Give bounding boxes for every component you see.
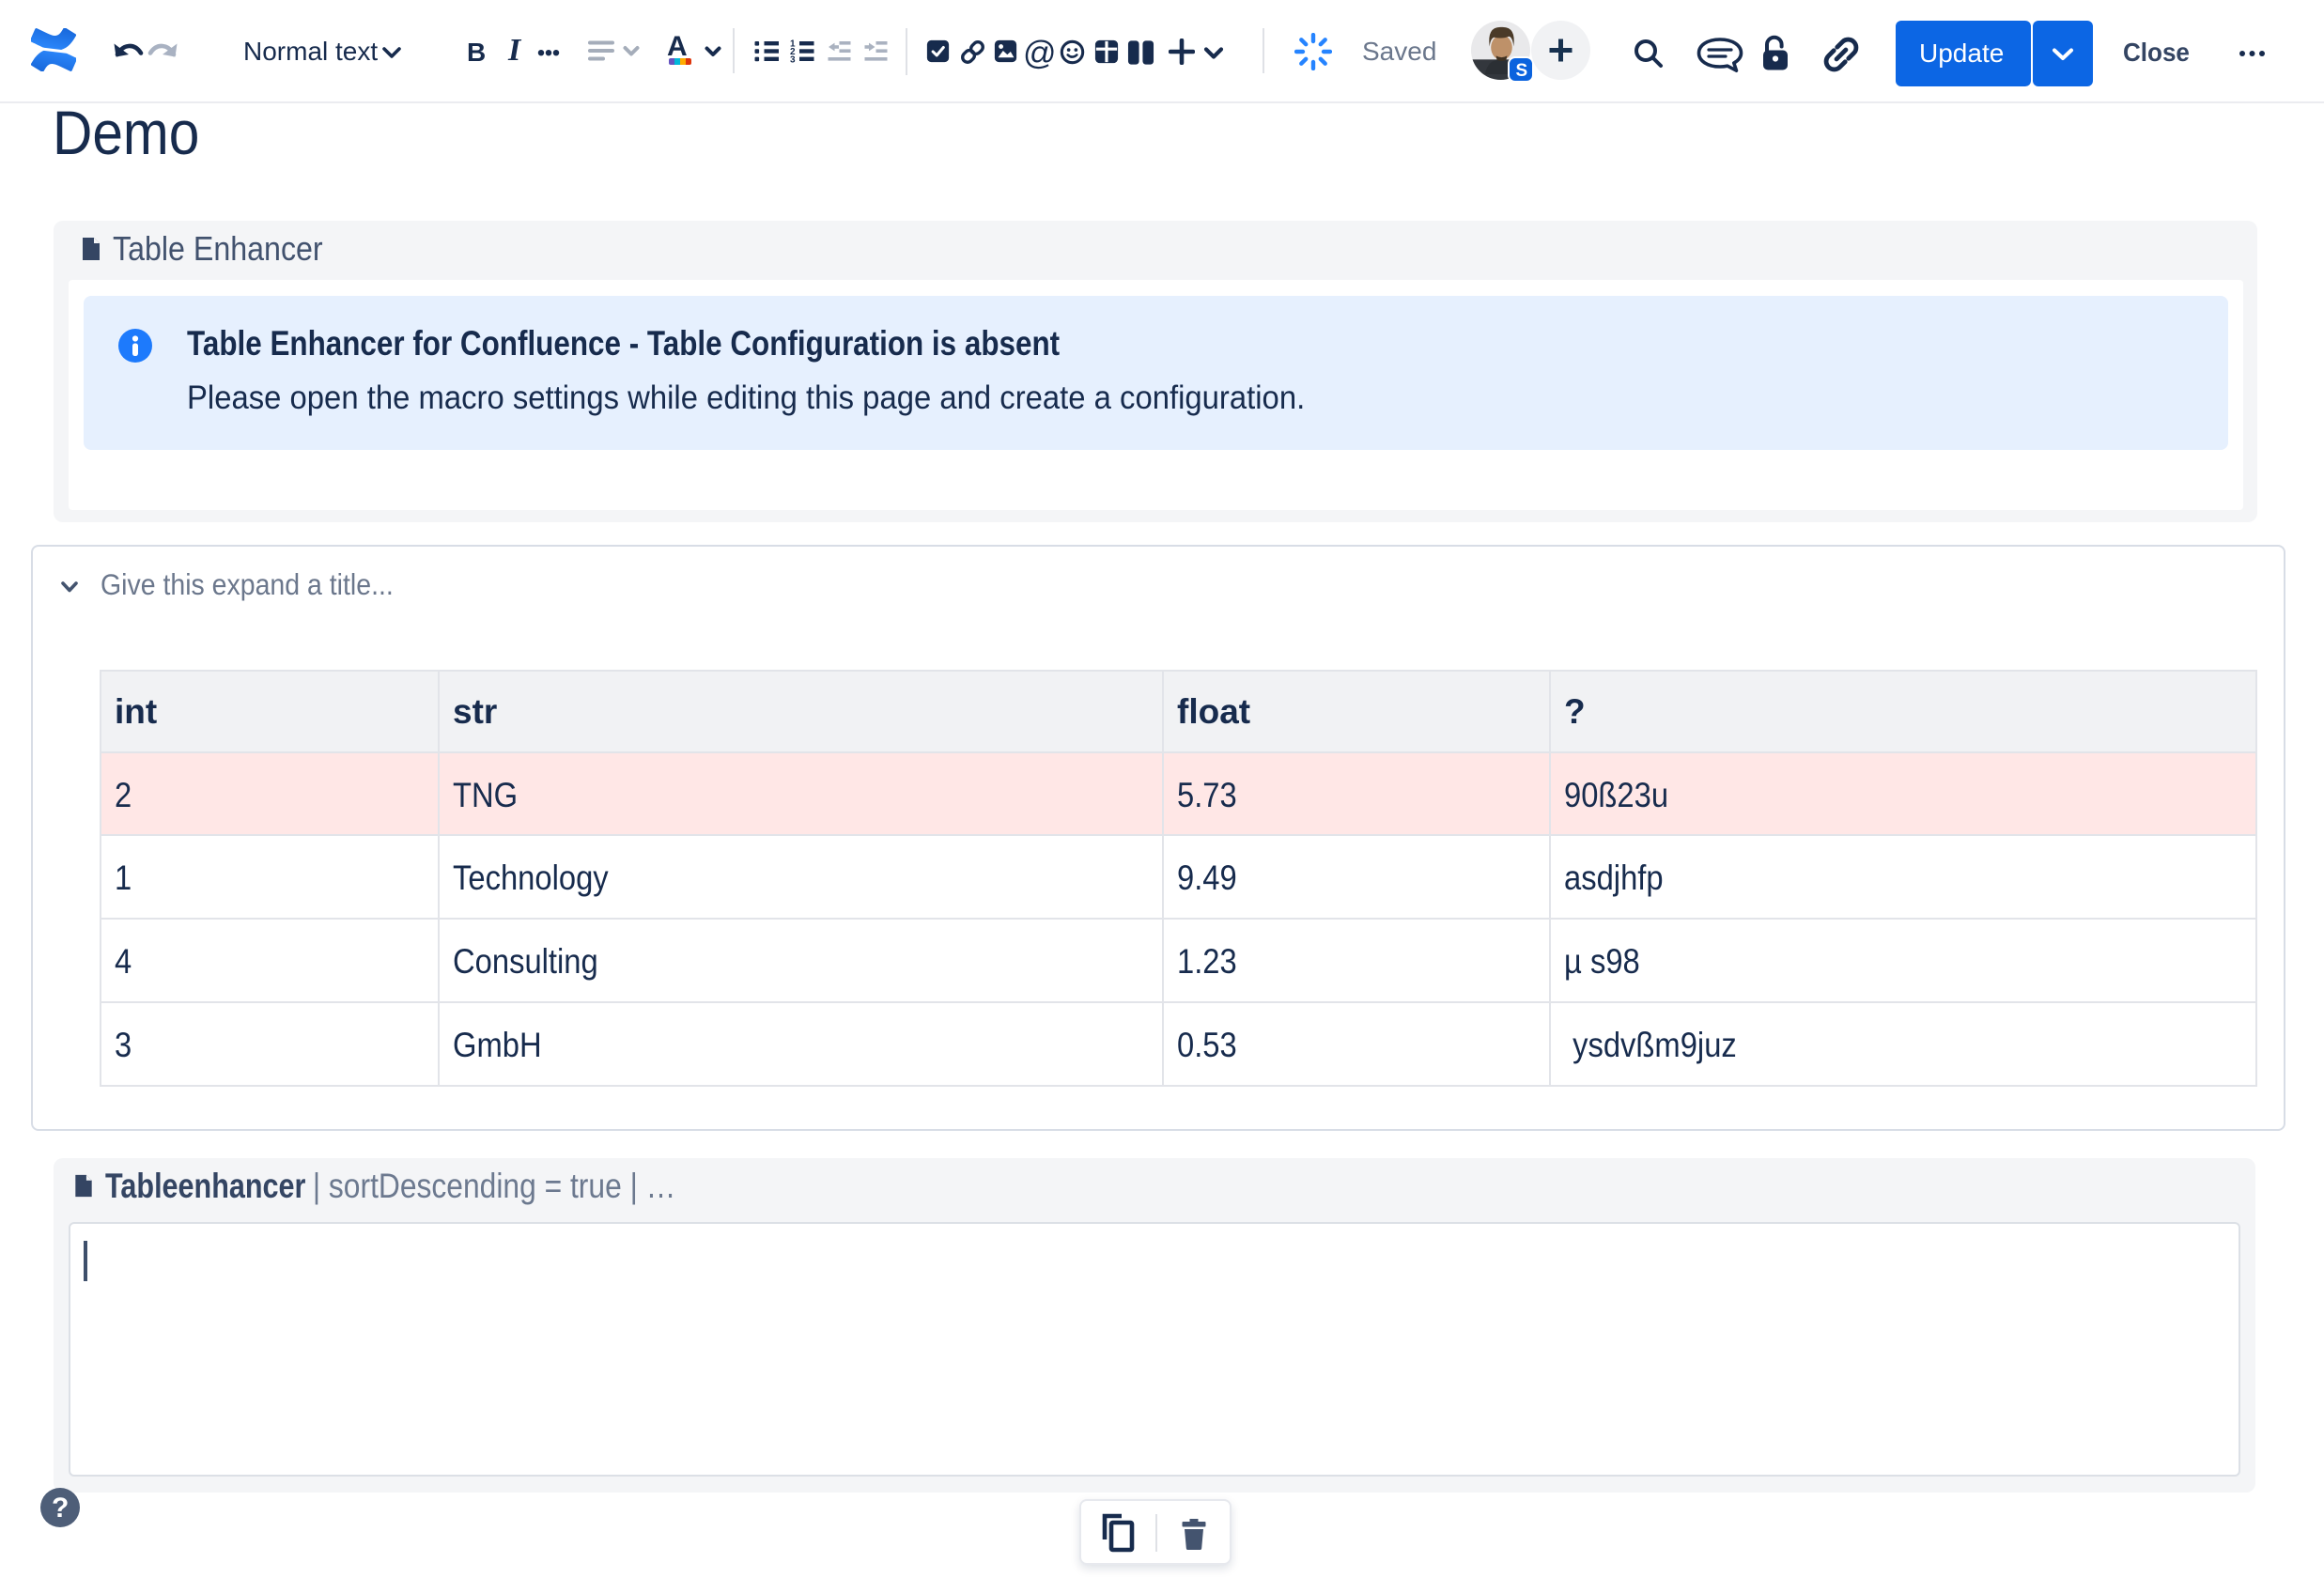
svg-text:3: 3 xyxy=(790,54,796,63)
